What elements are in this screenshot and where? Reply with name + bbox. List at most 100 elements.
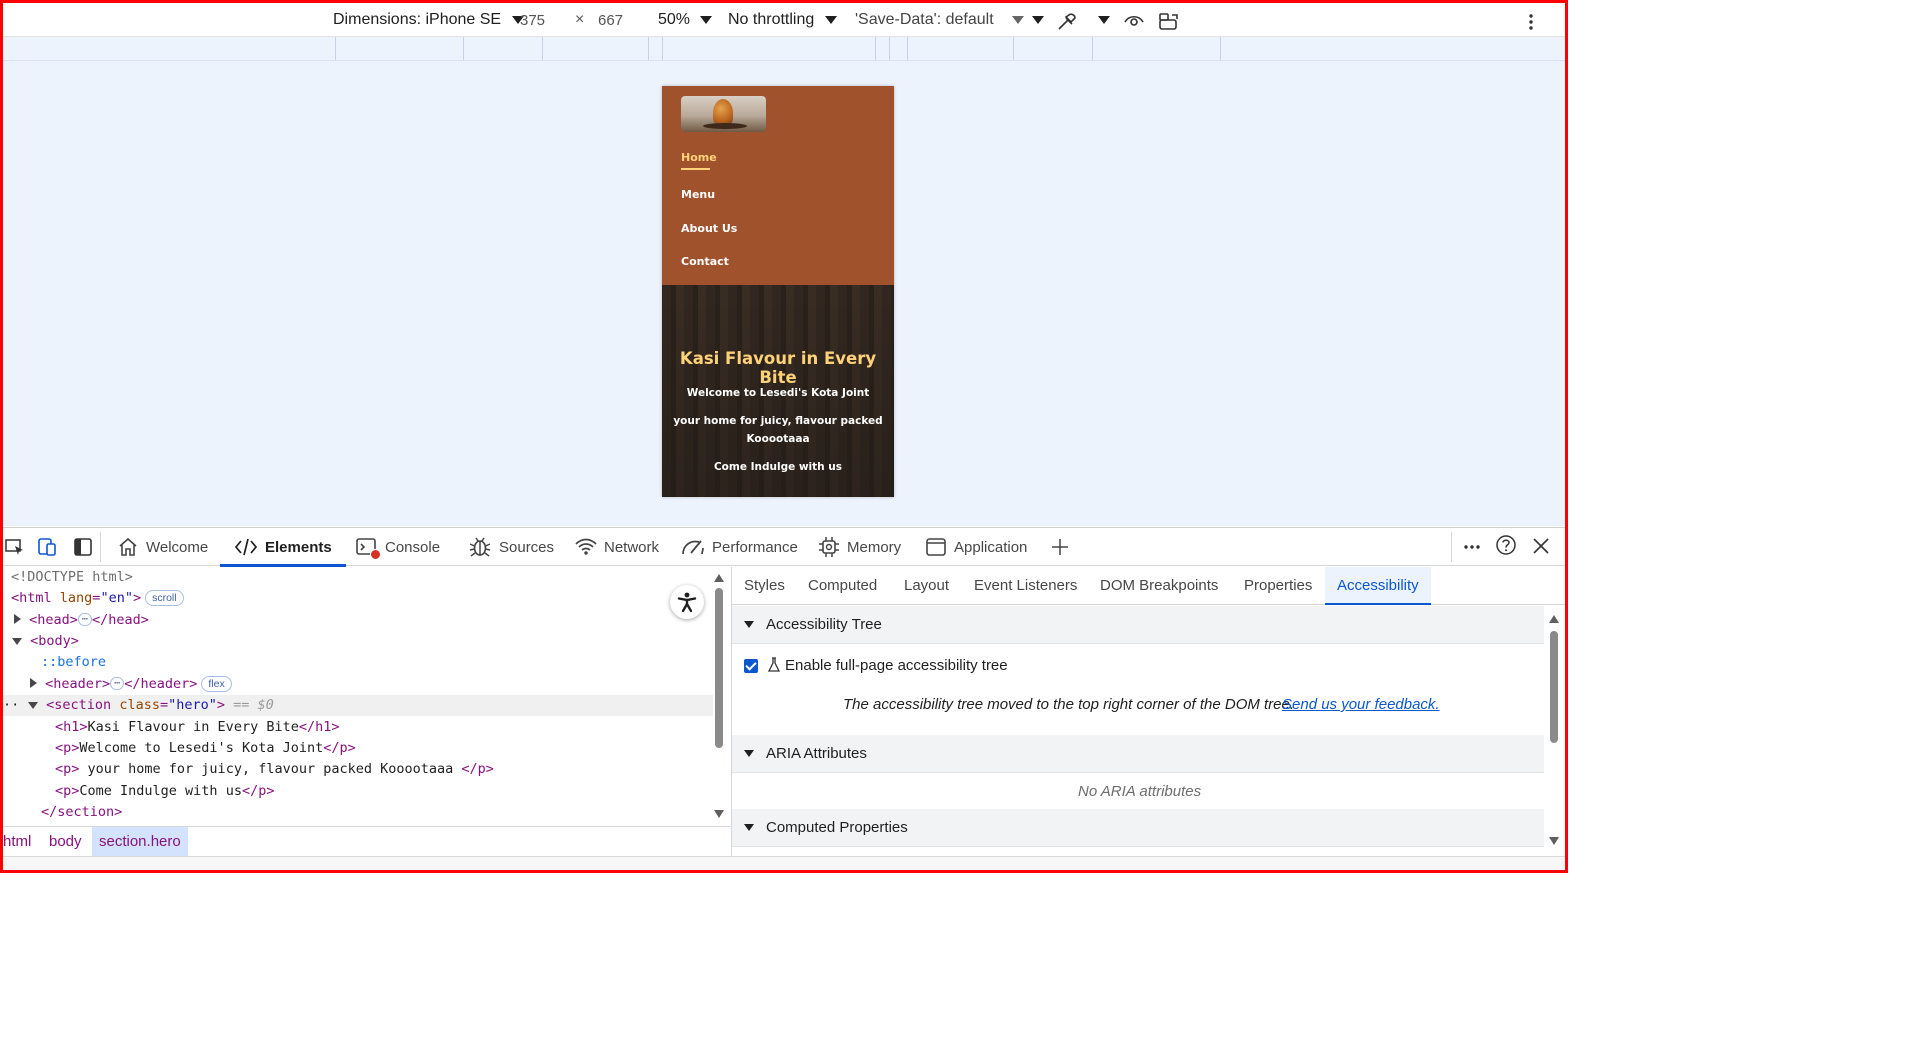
sidebar-tab-styles[interactable]: Styles	[744, 567, 785, 604]
dom-section-close[interactable]: </section>	[41, 802, 122, 823]
devtools-tabbar: Welcome Elements Console Sources Network…	[3, 527, 1565, 567]
height-input[interactable]: 667	[598, 12, 623, 29]
sidebar-tab-event-listeners[interactable]: Event Listeners	[974, 567, 1077, 604]
save-data-select[interactable]: 'Save-Data': default	[855, 11, 1025, 29]
collapse-arrow-icon[interactable]	[28, 702, 38, 709]
dom-header-node[interactable]: <header> ⋯ </header> flex	[30, 674, 232, 695]
expand-arrow-icon[interactable]	[14, 614, 21, 624]
tab-welcome[interactable]: Welcome	[117, 528, 208, 566]
tab-label: Application	[954, 538, 1028, 556]
section-tag: <section	[46, 697, 112, 713]
dock-side-icon[interactable]	[73, 537, 93, 557]
device-select[interactable]: Dimensions: iPhone SE	[333, 11, 524, 29]
header-close-tag: </header>	[124, 676, 198, 692]
sidebar-tab-dom-breakpoints[interactable]: DOM Breakpoints	[1100, 567, 1218, 604]
collapsed-ellipsis[interactable]: ⋯	[77, 613, 92, 626]
inspect-element-icon[interactable]	[5, 538, 25, 556]
kebab-menu-icon[interactable]	[1528, 12, 1534, 32]
collapse-arrow-icon	[744, 750, 754, 757]
dom-html-node[interactable]: <html lang="en"> scroll	[11, 588, 184, 609]
flex-badge[interactable]: flex	[201, 676, 232, 692]
code-brackets-icon	[234, 538, 258, 556]
body-tag: <body>	[30, 633, 79, 649]
nav-link-home[interactable]: Home	[681, 151, 717, 164]
breadcrumb-body[interactable]: body	[49, 833, 82, 850]
application-icon	[926, 538, 946, 556]
elements-scrollbar[interactable]	[713, 574, 725, 818]
scroll-badge[interactable]: scroll	[145, 590, 184, 606]
dom-before-pseudo[interactable]: ::before	[41, 652, 106, 673]
full-page-tree-checkbox[interactable]	[744, 659, 758, 673]
scroll-up-icon[interactable]	[714, 574, 724, 582]
header-tag: <header>	[45, 676, 111, 692]
dom-h1-node[interactable]: <h1>Kasi Flavour in Every Bite</h1>	[55, 717, 339, 738]
sidebar-tab-accessibility[interactable]: Accessibility	[1325, 567, 1431, 605]
tab-performance[interactable]: Performance	[681, 528, 798, 566]
width-input[interactable]: 375	[520, 12, 545, 29]
tab-memory[interactable]: Memory	[818, 528, 901, 566]
expand-arrow-icon[interactable]	[30, 678, 37, 688]
dom-p-node[interactable]: <p> your home for juicy, flavour packed …	[55, 759, 494, 780]
section-accessibility-tree[interactable]: Accessibility Tree	[732, 606, 1544, 644]
section-aria-attributes[interactable]: ARIA Attributes	[732, 735, 1544, 773]
dom-body-node[interactable]: <body>	[12, 631, 79, 652]
vision-dropdown[interactable]	[1098, 11, 1110, 29]
throttling-select[interactable]: No throttling	[728, 11, 837, 29]
tab-separator	[1451, 532, 1452, 562]
console-icon	[356, 537, 381, 560]
scroll-up-icon[interactable]	[1549, 615, 1559, 623]
dom-doctype[interactable]: <!DOCTYPE html>	[11, 567, 133, 588]
section-computed-properties[interactable]: Computed Properties	[732, 809, 1544, 847]
tab-network[interactable]: Network	[575, 528, 659, 566]
accessibility-tree-toggle-button[interactable]	[670, 585, 704, 619]
dom-p-node[interactable]: <p>Come Indulge with us</p>	[55, 781, 274, 802]
breadcrumb-html[interactable]: html	[3, 833, 31, 850]
hero-cta-text: Come Indulge with us	[713, 461, 843, 473]
tab-console[interactable]: Console	[356, 528, 440, 566]
head-close-tag: </head>	[91, 612, 149, 628]
section-title: Accessibility Tree	[766, 616, 882, 633]
attr-value: "hero"	[168, 697, 217, 713]
attr-name: lang	[59, 590, 93, 606]
sidebar-scrollbar[interactable]	[1546, 611, 1562, 851]
tab-sources[interactable]: Sources	[468, 528, 554, 566]
dom-p-node[interactable]: <p>Welcome to Lesedi's Kota Joint</p>	[55, 738, 356, 759]
eyedropper-icon[interactable]	[1056, 12, 1078, 32]
close-icon[interactable]	[1531, 536, 1551, 556]
more-options-dropdown[interactable]	[1032, 11, 1044, 29]
rotate-icon[interactable]	[1157, 12, 1181, 32]
sidebar-tabbar: Styles Computed Layout Event Listeners D…	[732, 567, 1565, 605]
feedback-link[interactable]: Send us your feedback.	[1282, 696, 1440, 713]
scrollbar-thumb[interactable]	[1550, 631, 1558, 743]
scroll-down-icon[interactable]	[1549, 837, 1559, 845]
selected-ref: == $0	[233, 697, 274, 713]
hero-tagline: your home for juicy, flavour packed Kooo…	[673, 415, 883, 445]
tab-label: Network	[604, 538, 660, 556]
collapsed-ellipsis[interactable]: ⋯	[110, 677, 125, 690]
eye-icon[interactable]	[1123, 12, 1145, 32]
add-tab-icon[interactable]	[1050, 537, 1070, 557]
attr-name: class	[119, 697, 160, 713]
full-page-tree-label[interactable]: Enable full-page accessibility tree	[785, 657, 1008, 674]
sidebar-tab-computed[interactable]: Computed	[808, 567, 877, 604]
tab-application[interactable]: Application	[925, 528, 1027, 566]
h1-tag: <h1>	[55, 719, 88, 735]
breadcrumb-section-hero[interactable]: section.hero	[92, 827, 188, 856]
nav-link-about[interactable]: About Us	[681, 222, 737, 235]
site-logo[interactable]	[681, 96, 766, 132]
scroll-down-icon[interactable]	[714, 810, 724, 818]
sidebar-tab-properties[interactable]: Properties	[1244, 567, 1312, 604]
nav-link-contact[interactable]: Contact	[681, 255, 729, 268]
scrollbar-thumb[interactable]	[715, 588, 723, 748]
tab-elements[interactable]: Elements	[220, 528, 346, 567]
mobile-page: Home Menu About Us Contact Kasi Flavour …	[662, 86, 894, 497]
dom-section-hero-node[interactable]: <section class="hero"> == $0	[28, 695, 274, 716]
device-toolbar-toggle-icon[interactable]	[38, 537, 58, 557]
more-tools-icon[interactable]	[1462, 537, 1482, 557]
nav-link-menu[interactable]: Menu	[681, 188, 715, 201]
sidebar-tab-layout[interactable]: Layout	[904, 567, 949, 604]
zoom-select[interactable]: 50%	[658, 11, 713, 29]
dom-head-node[interactable]: <head> ⋯ </head>	[14, 610, 149, 631]
help-icon[interactable]	[1495, 534, 1517, 556]
collapse-arrow-icon[interactable]	[12, 638, 22, 645]
